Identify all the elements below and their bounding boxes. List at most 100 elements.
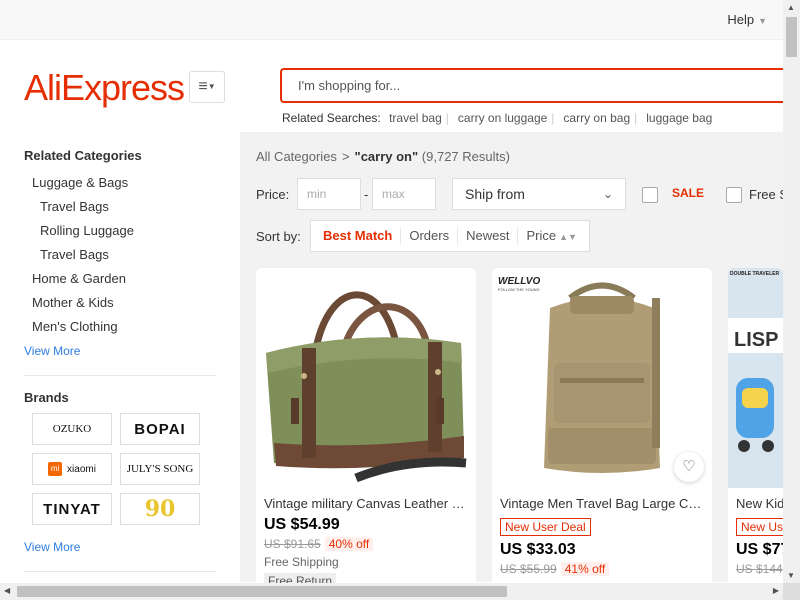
- sale-label: SALE: [672, 186, 705, 200]
- brand-90[interactable]: 90: [120, 493, 200, 525]
- horizontal-scrollbar[interactable]: ◀ ▶: [0, 583, 800, 600]
- help-menu[interactable]: Help ▼: [727, 12, 767, 27]
- wishlist-heart-icon[interactable]: ♡: [674, 452, 704, 482]
- product-image[interactable]: DOUBLE TRAVELER LISP: [728, 268, 783, 488]
- results-count: (9,727 Results): [421, 149, 510, 164]
- divider: |: [445, 111, 449, 125]
- brand-logo-text: JULY'S SONG: [126, 463, 194, 475]
- product-price: US $54.99: [264, 516, 340, 533]
- category-travel-bags[interactable]: Travel Bags: [24, 195, 216, 219]
- related-search-link[interactable]: travel bag: [389, 111, 442, 125]
- brand-mark: DOUBLE TRAVELER: [730, 271, 779, 277]
- brands-title: Brands: [24, 390, 69, 405]
- sign-text: LISP: [734, 329, 778, 351]
- price-dash: -: [364, 187, 369, 202]
- sort-options: Best Match Orders Newest Price ▲▼: [310, 220, 590, 252]
- discount-badge: 41% off: [560, 562, 610, 576]
- price-max-input[interactable]: max: [372, 178, 436, 210]
- new-user-deal-badge: New Us: [736, 518, 783, 536]
- related-search-link[interactable]: carry on bag: [563, 111, 630, 125]
- top-bar: Help ▼: [0, 0, 783, 40]
- chevron-down-icon: ▼: [758, 16, 767, 26]
- ship-from-dropdown[interactable]: Ship from ⌄: [452, 178, 626, 210]
- related-categories-title: Related Categories: [24, 148, 142, 163]
- brand-logo-text: BOPAI: [134, 420, 186, 438]
- related-searches: Related Searches: travel bag | carry on lu…: [282, 111, 712, 125]
- discount-badge: 40% off: [324, 537, 374, 551]
- chevron-down-icon: ⌄: [602, 187, 613, 201]
- sort-orders[interactable]: Orders: [401, 227, 459, 245]
- brand-mark: WELLVO: [498, 276, 540, 287]
- scrollbar-corner: [783, 583, 800, 600]
- product-title[interactable]: Vintage Men Travel Bag Large Cap...: [500, 496, 704, 511]
- category-luggage-bags[interactable]: Luggage & Bags: [24, 171, 216, 195]
- free-shipping-checkbox[interactable]: [726, 187, 742, 203]
- scroll-right-icon[interactable]: ▶: [773, 586, 779, 595]
- related-search-link[interactable]: carry on luggage: [458, 111, 547, 125]
- brand-logo-text: TINYAT: [43, 500, 101, 518]
- scroll-thumb[interactable]: [786, 17, 797, 57]
- product-title[interactable]: New Kid: [736, 496, 783, 511]
- categories-view-more-link[interactable]: View More: [24, 341, 216, 361]
- chevron-right-icon: >: [341, 149, 350, 164]
- sale-checkbox[interactable]: [642, 187, 658, 203]
- scroll-thumb[interactable]: [17, 586, 507, 597]
- brand-logo-text: xiaomi: [67, 463, 96, 475]
- brand-tinyat[interactable]: TINYAT: [32, 493, 112, 525]
- breadcrumb-query: "carry on": [354, 149, 419, 164]
- category-mother-kids[interactable]: Mother & Kids: [24, 291, 216, 315]
- help-label: Help: [727, 12, 755, 27]
- new-user-deal-badge: New User Deal: [500, 518, 591, 536]
- product-card[interactable]: DOUBLE TRAVELER LISP New Kid New Us US $…: [728, 268, 783, 588]
- logo[interactable]: AliExpress: [24, 68, 185, 108]
- brand-logo-text: 90: [144, 496, 176, 522]
- category-rolling-luggage[interactable]: Rolling Luggage: [24, 219, 216, 243]
- brands-view-more-link[interactable]: View More: [24, 537, 216, 557]
- price-label: Price:: [256, 187, 290, 202]
- brand-julys-song[interactable]: JULY'S SONG: [120, 453, 200, 485]
- product-title[interactable]: Vintage military Canvas Leather m...: [264, 496, 468, 511]
- product-image[interactable]: [256, 268, 476, 488]
- price-row: US $91.65 40% off: [264, 537, 374, 551]
- chevron-down-icon: ▼: [207, 82, 216, 91]
- sort-best-match[interactable]: Best Match: [315, 227, 402, 245]
- scroll-up-icon[interactable]: ▲: [787, 3, 795, 12]
- sort-price[interactable]: Price ▲▼: [518, 227, 584, 246]
- category-home-garden[interactable]: Home & Garden: [24, 267, 216, 291]
- product-card[interactable]: WELLVO FOLLOW THE YOUNG ♡ Vintage Men Tr…: [492, 268, 712, 588]
- original-price: US $144: [736, 562, 783, 576]
- product-card[interactable]: Vintage military Canvas Leather m... US …: [256, 268, 476, 588]
- brand-grid: OZUKO BOPAI mi xiaomi JULY'S SONG TINYAT …: [32, 413, 216, 525]
- original-price: US $55.99: [500, 562, 557, 576]
- related-search-link[interactable]: luggage bag: [646, 111, 712, 125]
- vertical-scrollbar[interactable]: ▲ ▼: [783, 0, 800, 583]
- hamburger-icon: ≡: [198, 78, 208, 96]
- ship-from-label: Ship from: [465, 186, 525, 202]
- brand-bopai[interactable]: BOPAI: [120, 413, 200, 445]
- price-row: US $55.99 41% off: [500, 562, 610, 576]
- brand-tagline: FOLLOW THE YOUNG: [498, 287, 540, 292]
- scroll-down-icon[interactable]: ▼: [787, 571, 795, 580]
- sort-updown-icon: ▲▼: [559, 231, 577, 242]
- brand-ozuko[interactable]: OZUKO: [32, 413, 112, 445]
- divider: |: [634, 111, 638, 125]
- search-input[interactable]: [282, 70, 783, 101]
- category-travel-bags-2[interactable]: Travel Bags: [24, 243, 216, 267]
- sort-newest[interactable]: Newest: [458, 227, 519, 245]
- product-price: US $77: [736, 541, 783, 558]
- divider: [24, 571, 216, 572]
- sidebar: Related Categories Luggage & Bags Travel…: [24, 148, 216, 586]
- price-min-input[interactable]: min: [297, 178, 361, 210]
- filter-bar: Price: min - max Ship from ⌄ SALE Free S: [256, 178, 783, 210]
- category-menu-button[interactable]: ≡▼: [189, 71, 225, 103]
- mi-logo-icon: mi: [48, 462, 63, 476]
- original-price: US $91.65: [264, 537, 321, 551]
- category-mens-clothing[interactable]: Men's Clothing: [24, 315, 216, 339]
- related-searches-label: Related Searches:: [282, 111, 381, 125]
- divider: [24, 375, 216, 376]
- breadcrumb-all-categories[interactable]: All Categories: [256, 149, 337, 164]
- brand-xiaomi[interactable]: mi xiaomi: [32, 453, 112, 485]
- scroll-left-icon[interactable]: ◀: [4, 586, 10, 595]
- brand-logo-text: OZUKO: [52, 423, 92, 435]
- shipping-info: Free Shipping: [264, 555, 339, 569]
